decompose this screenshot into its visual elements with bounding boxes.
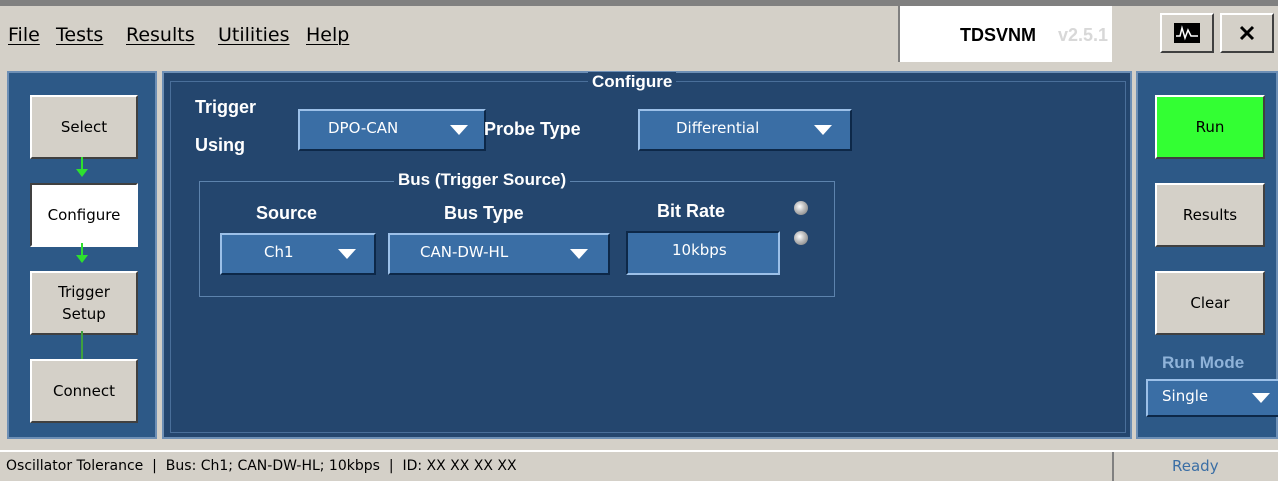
configure-panel: Configure Trigger Using DPO-CAN Probe Ty… [162,71,1132,439]
menu-file[interactable]: File [8,24,40,46]
waveform-icon [1174,23,1200,43]
trigger-setup-label-2: Setup [62,305,106,323]
flow-connector [81,331,83,359]
chevron-down-icon [814,125,832,135]
trigger-setup-label-1: Trigger [58,283,110,301]
chevron-down-icon [1252,393,1270,403]
bit-rate-up-knob[interactable] [794,201,808,215]
trigger-using-label-2: Using [195,135,246,155]
menu-utilities[interactable]: Utilities [218,24,290,46]
status-text: Oscillator Tolerance | Bus: Ch1; CAN-DW-… [6,458,517,474]
bus-group-title: Bus (Trigger Source) [394,170,571,190]
run-button[interactable]: Run [1155,95,1265,159]
flow-arrow-head [76,255,88,263]
connect-button[interactable]: Connect [30,359,138,423]
run-mode-value: Single [1162,387,1209,405]
chevron-down-icon [338,249,356,259]
right-action-panel: Run Results Clear Run Mode Single [1136,71,1278,439]
run-mode-dropdown[interactable]: Single [1146,379,1278,417]
chevron-down-icon [570,249,588,259]
probe-type-dropdown[interactable]: Differential [638,109,852,151]
app-title: TDSVNM [960,25,1036,45]
flow-arrow-head [76,169,88,177]
menu-help[interactable]: Help [306,24,349,46]
bit-rate-down-knob[interactable] [794,231,808,245]
source-dropdown[interactable]: Ch1 [220,233,376,275]
app-version: v2.5.1 [1058,25,1109,45]
probe-type-value: Differential [676,119,760,137]
status-bar: Oscillator Tolerance | Bus: Ch1; CAN-DW-… [0,450,1278,481]
bus-type-label: Bus Type [444,203,524,223]
probe-type-label: Probe Type [484,119,581,139]
clear-button[interactable]: Clear [1155,271,1265,335]
trigger-using-value: DPO-CAN [328,119,399,137]
chevron-down-icon [450,125,468,135]
source-label: Source [256,203,318,223]
menu-results[interactable]: Results [126,24,195,46]
close-button[interactable] [1220,13,1274,53]
left-nav-panel: Select Configure Trigger Setup Connect [7,71,157,439]
results-button[interactable]: Results [1155,183,1265,247]
app-title-box: TDSVNM v2.5.1 [898,6,1112,62]
trigger-setup-button[interactable]: Trigger Setup [30,271,138,335]
trigger-using-label-1: Trigger [195,97,257,117]
menu-tests[interactable]: Tests [56,24,103,46]
source-value: Ch1 [264,243,294,261]
configure-button[interactable]: Configure [30,183,138,247]
status-ready-box: Ready [1112,452,1278,481]
bit-rate-label: Bit Rate [657,201,726,221]
bit-rate-field[interactable]: 10kbps [626,231,780,275]
close-icon [1239,25,1255,41]
scope-view-button[interactable] [1160,13,1214,53]
run-mode-label: Run Mode [1162,353,1245,372]
bus-type-value: CAN-DW-HL [420,243,509,261]
bus-type-dropdown[interactable]: CAN-DW-HL [388,233,610,275]
configure-title: Configure [588,72,677,92]
select-button[interactable]: Select [30,95,138,159]
trigger-using-dropdown[interactable]: DPO-CAN [298,109,486,151]
status-ready: Ready [1172,457,1219,475]
bit-rate-value: 10kbps [672,241,727,259]
